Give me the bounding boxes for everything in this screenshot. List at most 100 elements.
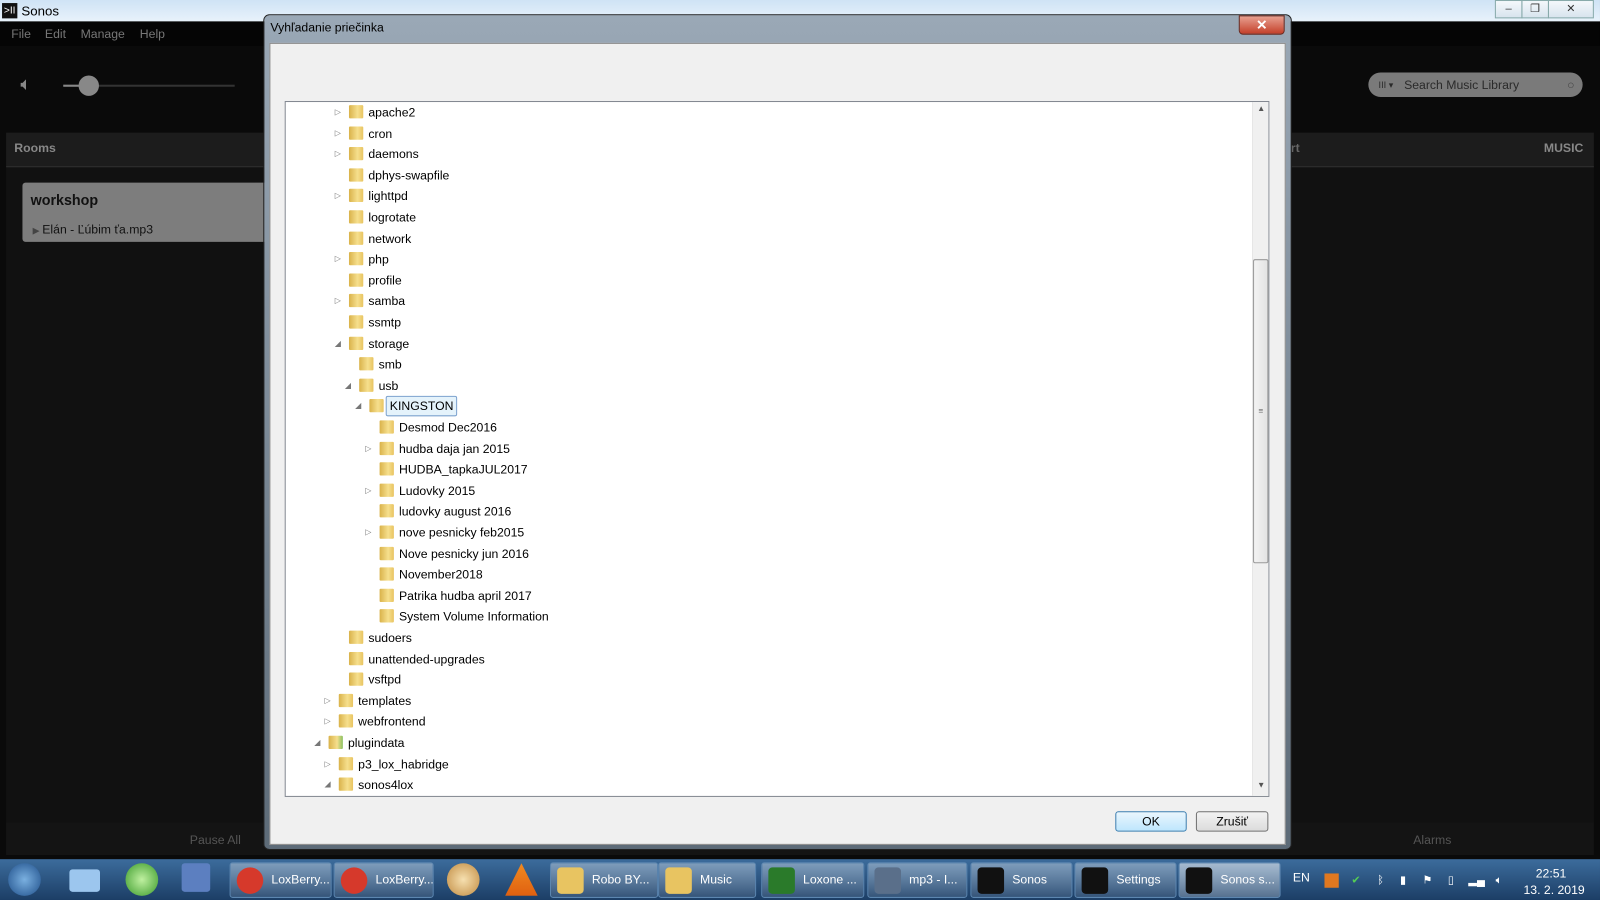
tree-item[interactable]: profile <box>286 270 1245 290</box>
tree-item[interactable]: HUDBA_tapkaJUL2017 <box>286 459 1245 479</box>
tray-app-icon[interactable] <box>1324 873 1339 888</box>
scroll-up-icon[interactable]: ▲ <box>1254 104 1268 118</box>
tree-item[interactable]: Patrika hudba april 2017 <box>286 586 1245 606</box>
tree-item[interactable]: ludovky august 2016 <box>286 501 1245 521</box>
action-center-flag-icon[interactable]: ⚑ <box>1420 873 1434 887</box>
dialog-close-button[interactable]: ✕ <box>1238 15 1285 35</box>
taskbar-button[interactable]: LoxBerry... <box>333 862 434 898</box>
tree-item[interactable]: ▷ Ludovky 2015 <box>286 480 1245 500</box>
tree-item[interactable]: ◢ sonos4lox <box>286 775 1245 795</box>
tree-item[interactable]: ▷ daemons <box>286 144 1245 164</box>
taskbar-button[interactable]: Music <box>658 862 757 898</box>
collapse-arrow-icon[interactable]: ◢ <box>355 396 363 416</box>
scrollbar-thumb[interactable]: ≡ <box>1253 259 1269 564</box>
pause-all-button[interactable]: Pause All <box>190 833 241 847</box>
tree-item[interactable]: dphys-swapfile <box>286 165 1245 185</box>
minimize-button[interactable]: – <box>1494 0 1523 19</box>
collapse-arrow-icon[interactable]: ◢ <box>324 775 332 795</box>
clock-time[interactable]: 22:51 <box>1536 866 1567 880</box>
start-button-icon[interactable] <box>8 863 41 896</box>
bluetooth-icon[interactable]: ᛒ <box>1373 873 1387 887</box>
tree-item[interactable]: ▷ cron <box>286 123 1245 143</box>
tree-item[interactable]: ▷ nove pesnicky feb2015 <box>286 522 1245 542</box>
tray-sync-icon[interactable]: ✔ <box>1349 873 1363 887</box>
collapse-arrow-icon[interactable]: ◢ <box>335 333 343 353</box>
tree-item[interactable]: ▷ samba <box>286 291 1245 311</box>
battery-icon[interactable]: ▯ <box>1444 873 1458 887</box>
expand-arrow-icon[interactable]: ▷ <box>335 123 343 143</box>
tree-item-label: nove pesnicky feb2015 <box>398 525 525 540</box>
collapse-arrow-icon[interactable]: ◢ <box>345 375 353 395</box>
expand-arrow-icon[interactable]: ▷ <box>324 691 332 711</box>
pinned-app-icon[interactable] <box>125 863 159 896</box>
tree-item[interactable]: ▷ lighttpd <box>286 186 1245 206</box>
taskbar-button[interactable]: LoxBerry... <box>229 862 332 898</box>
alarms-button[interactable]: Alarms <box>1413 833 1451 847</box>
usb-device-icon[interactable]: ▮ <box>1396 873 1410 887</box>
expand-arrow-icon[interactable]: ▷ <box>335 186 343 206</box>
menu-edit[interactable]: Edit <box>45 27 66 41</box>
tree-item-label: Desmod Dec2016 <box>398 420 497 435</box>
network-signal-icon[interactable]: ▂▄ <box>1468 873 1485 887</box>
tree-item[interactable]: sudoers <box>286 628 1245 648</box>
taskbar-button[interactable]: Robo BY... <box>549 862 659 898</box>
paint-icon[interactable] <box>446 863 480 896</box>
expand-arrow-icon[interactable]: ▷ <box>335 102 343 122</box>
expand-arrow-icon[interactable]: ▷ <box>365 522 373 542</box>
close-window-button[interactable]: ✕ <box>1547 0 1594 19</box>
tree-item[interactable]: ◢ plugindata <box>286 733 1245 753</box>
tree-item[interactable]: November2018 <box>286 564 1245 584</box>
speaker-icon[interactable]: 🔈︎ <box>20 73 31 94</box>
taskbar-button[interactable]: Settings <box>1074 862 1177 898</box>
restore-button[interactable]: ❐ <box>1521 0 1549 19</box>
tree-item[interactable]: ssmtp <box>286 312 1245 332</box>
taskbar-button[interactable]: Sonos <box>970 862 1073 898</box>
expand-arrow-icon[interactable]: ▷ <box>335 291 343 311</box>
clock-date[interactable]: 13. 2. 2019 <box>1523 883 1584 897</box>
volume-knob[interactable] <box>78 75 100 96</box>
menu-manage[interactable]: Manage <box>81 27 125 41</box>
tree-item[interactable]: ▷ apache2 <box>286 102 1245 122</box>
folder-tree[interactable]: ▷ apache2 ▷ cron ▷ daemons dphys-swapfile ▷ ligh… <box>284 101 1270 797</box>
remote-desktop-icon[interactable] <box>181 863 211 892</box>
tree-item[interactable]: ▷ hudba daja jan 2015 <box>286 438 1245 458</box>
expand-arrow-icon[interactable]: ▷ <box>335 144 343 164</box>
tree-item[interactable]: unattended-upgrades <box>286 649 1245 669</box>
language-indicator[interactable]: EN <box>1293 870 1310 884</box>
search-icon[interactable]: ○ <box>1567 72 1574 96</box>
tree-item[interactable]: System Volume Information <box>286 607 1245 627</box>
tree-item[interactable]: ◢ usb <box>286 375 1245 395</box>
cancel-button[interactable]: Zrušiť <box>1195 811 1269 832</box>
tree-item[interactable]: ▷ templates <box>286 691 1245 711</box>
tree-item[interactable]: Desmod Dec2016 <box>286 417 1245 437</box>
search-music-library-input[interactable]: Search Music Library ○ III ▾ <box>1368 72 1583 97</box>
library-dropdown-icon[interactable]: III ▾ <box>1379 72 1394 96</box>
volume-tray-icon[interactable]: 🔈︎ <box>1492 873 1506 887</box>
menu-file[interactable]: File <box>11 27 31 41</box>
expand-arrow-icon[interactable]: ▷ <box>365 438 373 458</box>
expand-arrow-icon[interactable]: ▷ <box>324 754 332 774</box>
expand-arrow-icon[interactable]: ▷ <box>324 712 332 732</box>
expand-arrow-icon[interactable]: ▷ <box>365 480 373 500</box>
tree-item[interactable]: network <box>286 228 1245 248</box>
expand-arrow-icon[interactable]: ▷ <box>335 249 343 269</box>
tree-item[interactable]: ◢ storage <box>286 333 1245 353</box>
scroll-down-icon[interactable]: ▼ <box>1254 781 1268 795</box>
tree-item[interactable]: ▷ p3_lox_habridge <box>286 754 1245 774</box>
taskbar-button[interactable]: Loxone ... <box>761 862 865 898</box>
taskbar-button[interactable]: Sonos s... <box>1178 862 1281 898</box>
tree-item[interactable]: ▷ php <box>286 249 1245 269</box>
tree-item[interactable]: logrotate <box>286 207 1245 227</box>
tree-item[interactable]: Nove pesnicky jun 2016 <box>286 543 1245 563</box>
ok-button[interactable]: OK <box>1115 811 1187 832</box>
show-desktop-icon[interactable] <box>69 869 100 892</box>
taskbar-button[interactable]: mp3 - I... <box>867 862 968 898</box>
collapse-arrow-icon[interactable]: ◢ <box>314 733 322 753</box>
tree-item[interactable]: ▷ webfrontend <box>286 712 1245 732</box>
menu-help[interactable]: Help <box>140 27 165 41</box>
tree-item[interactable]: ◢ KINGSTON <box>286 396 1245 417</box>
taskbar-button-label: Sonos s... <box>1220 872 1275 887</box>
tree-item[interactable]: vsftpd <box>286 670 1245 690</box>
tree-item-label: dphys-swapfile <box>368 168 450 183</box>
tree-item[interactable]: smb <box>286 354 1245 374</box>
